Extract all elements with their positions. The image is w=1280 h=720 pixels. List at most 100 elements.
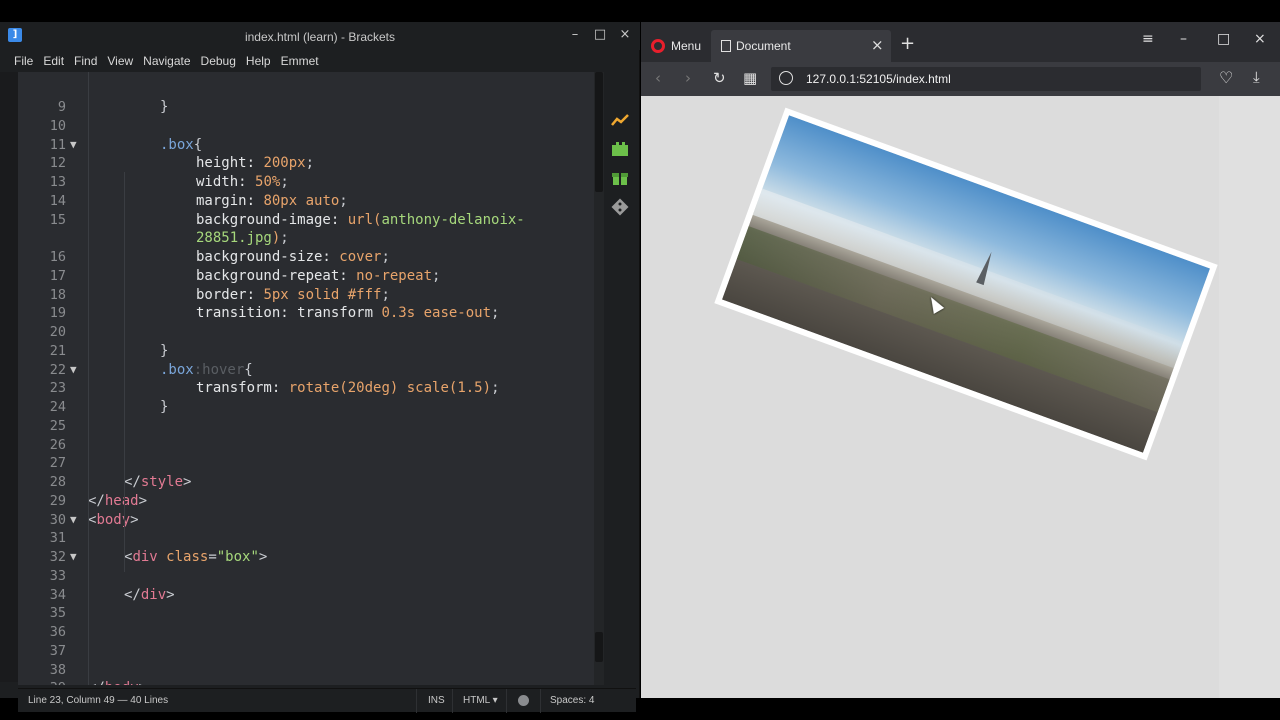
menu-emmet[interactable]: Emmet xyxy=(276,54,324,68)
fold-toggle-icon[interactable]: ▼ xyxy=(70,550,77,563)
download-icon[interactable]: ⤓ xyxy=(1253,68,1260,86)
scrollbar-thumb-lower[interactable] xyxy=(595,632,603,662)
menu-view[interactable]: View xyxy=(102,54,138,68)
reload-button[interactable]: ↻ xyxy=(713,69,726,87)
menu-edit[interactable]: Edit xyxy=(38,54,69,68)
code-token: { xyxy=(244,361,253,378)
line-number: 12 xyxy=(49,155,66,172)
code-line[interactable]: <div class="box"> xyxy=(124,549,267,565)
extension-manager-icon[interactable] xyxy=(611,140,629,158)
linter-status-icon[interactable] xyxy=(518,695,529,706)
code-line[interactable]: background-size: cover; xyxy=(196,249,390,265)
new-tab-button[interactable]: + xyxy=(900,33,915,54)
code-line[interactable]: width: 50%; xyxy=(196,174,289,190)
tabs-grid-icon[interactable]: ▦ xyxy=(743,69,757,87)
bookmark-heart-icon[interactable]: ♡ xyxy=(1219,68,1233,87)
opera-logo-icon xyxy=(651,39,665,53)
forward-button[interactable]: › xyxy=(685,69,691,87)
line-number: 9 xyxy=(57,99,66,115)
code-token: 80px auto xyxy=(263,192,340,209)
code-line[interactable]: border: 5px solid #fff; xyxy=(196,287,390,303)
code-line[interactable]: margin: 80px auto; xyxy=(196,193,348,209)
code-token: 28851.jpg xyxy=(196,230,272,247)
code-line[interactable]: </div> xyxy=(124,587,175,603)
menu-navigate[interactable]: Navigate xyxy=(138,54,195,68)
menu-find[interactable]: Find xyxy=(69,54,102,68)
code-line[interactable]: transform: rotate(20deg) scale(1.5); xyxy=(196,380,500,396)
code-token: no-repeat xyxy=(356,267,433,284)
menu-help[interactable]: Help xyxy=(241,54,276,68)
menu-list: File Edit Find View Navigate Debug Help Emmet xyxy=(9,50,324,69)
gift-icon[interactable] xyxy=(611,169,629,187)
line-number: 35 xyxy=(49,605,66,622)
tab-close-icon[interactable]: × xyxy=(871,36,884,54)
line-number: 19 xyxy=(49,305,66,322)
code-token: head xyxy=(104,492,139,509)
left-gutter-strip xyxy=(0,72,18,682)
code-token: body xyxy=(96,511,131,528)
git-icon[interactable] xyxy=(611,198,629,216)
code-token: style xyxy=(140,474,184,490)
code-token: 200px xyxy=(263,155,306,172)
live-preview-icon[interactable] xyxy=(611,112,629,130)
editor-scrollbar[interactable] xyxy=(594,72,604,685)
fold-toggle-icon[interactable]: ▼ xyxy=(70,138,77,151)
browser-maximize-button[interactable]: □ xyxy=(1217,31,1230,47)
cursor-position[interactable]: Line 23, Column 49 — 40 Lines xyxy=(28,695,168,706)
code-line[interactable]: height: 200px; xyxy=(196,155,314,171)
fold-toggle-icon[interactable]: ▼ xyxy=(70,363,77,376)
browser-close-button[interactable]: × xyxy=(1254,31,1266,47)
menu-debug[interactable]: Debug xyxy=(196,54,241,68)
code-line[interactable]: <body> xyxy=(88,512,139,528)
code-line[interactable]: </style> xyxy=(124,474,191,490)
indent-setting[interactable]: Spaces: 4 xyxy=(550,695,594,706)
language-selector[interactable]: HTML ▾ xyxy=(463,695,498,706)
code-token: transform xyxy=(297,305,382,322)
line-number: 20 xyxy=(49,324,66,340)
code-token: ; xyxy=(280,230,289,247)
code-line[interactable]: </head> xyxy=(88,493,147,509)
code-editor[interactable]: 9 10 11 ▼ 12 13 14 15 16 17 18 19 20 21 22 ▼ 23 24 25 26 27 2… xyxy=(18,72,604,685)
menu-file[interactable]: File xyxy=(9,54,38,68)
code-token: { xyxy=(193,136,203,153)
scrollbar-thumb[interactable] xyxy=(595,72,603,192)
code-token: 50% xyxy=(255,174,281,190)
code-token: 0.3s ease-out xyxy=(381,305,492,322)
code-line[interactable]: .box{ xyxy=(160,137,202,153)
globe-icon xyxy=(779,71,793,85)
browser-minimize-button[interactable]: – xyxy=(1180,31,1187,47)
line-number: 29 xyxy=(49,492,66,509)
rotated-photo-box[interactable] xyxy=(714,107,1218,461)
line-number: 11 xyxy=(49,136,66,153)
easy-setup-icon[interactable]: ≡ xyxy=(1142,31,1154,47)
line-number: 16 xyxy=(49,249,66,265)
code-line[interactable]: </body> xyxy=(88,680,147,685)
line-number: 28 xyxy=(49,474,66,490)
back-button[interactable]: ‹ xyxy=(655,69,661,87)
line-number: 21 xyxy=(49,342,66,359)
code-line[interactable]: transition: transform 0.3s ease-out; xyxy=(196,305,499,321)
code-line[interactable]: background-image: url(anthony-delanoix- xyxy=(196,212,525,228)
close-button[interactable]: × xyxy=(614,26,636,44)
code-token: .box xyxy=(160,136,194,153)
code-line[interactable]: } xyxy=(160,99,168,115)
minimize-button[interactable]: – xyxy=(564,26,586,44)
tab-document[interactable]: Document × xyxy=(711,30,891,62)
status-bar: Line 23, Column 49 — 40 Lines INS HTML ▾… xyxy=(18,688,636,713)
code-token: margin: xyxy=(196,192,264,209)
code-token: div xyxy=(140,586,167,603)
line-number: 30 xyxy=(49,511,66,528)
code-line[interactable]: } xyxy=(160,399,168,415)
code-token: url( xyxy=(347,211,382,228)
code-token: ; xyxy=(381,286,390,303)
code-line[interactable]: .box:hover{ xyxy=(160,362,253,378)
fold-toggle-icon[interactable]: ▼ xyxy=(70,513,77,526)
code-line[interactable]: } xyxy=(160,343,168,359)
line-number: 25 xyxy=(49,417,66,434)
code-line[interactable]: 28851.jpg); xyxy=(196,230,289,246)
url-field[interactable]: 127.0.0.1:52105/index.html xyxy=(771,67,1201,91)
insert-mode-toggle[interactable]: INS xyxy=(428,695,445,706)
opera-menu-button[interactable]: Menu xyxy=(641,30,709,60)
code-line[interactable]: background-repeat: no-repeat; xyxy=(196,268,440,284)
maximize-button[interactable]: □ xyxy=(589,26,611,44)
